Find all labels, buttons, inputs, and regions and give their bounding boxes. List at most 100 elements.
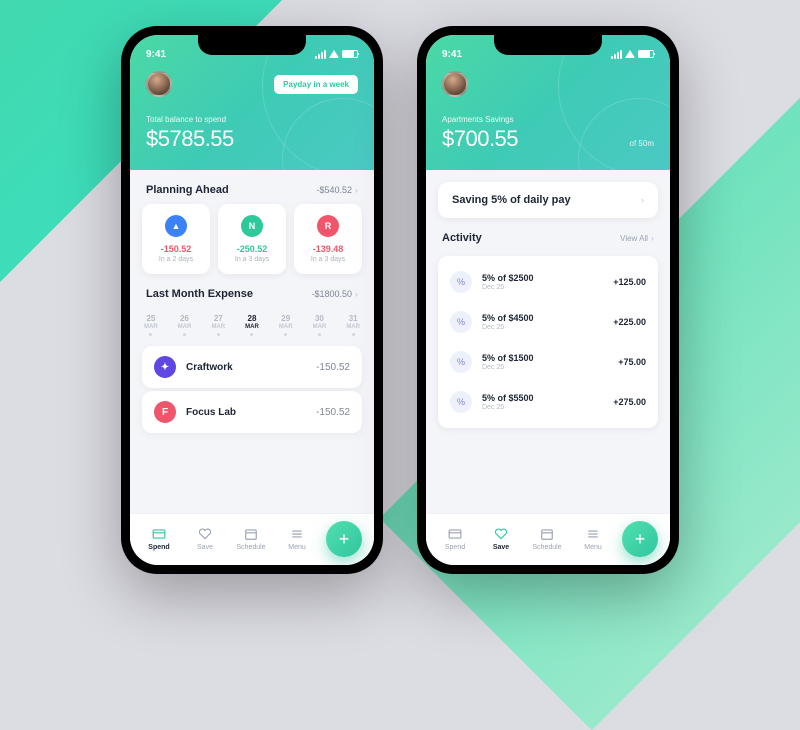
plan-app-icon: ▲ — [165, 215, 187, 237]
activity-value: +125.00 — [613, 277, 646, 287]
tab-schedule[interactable]: Schedule — [530, 527, 564, 551]
tab-bar: Spend Save Schedule Menu + — [130, 513, 374, 565]
avatar[interactable] — [442, 71, 468, 97]
calendar-icon — [243, 527, 259, 541]
merchant-name: Focus Lab — [186, 407, 316, 418]
activity-value: +225.00 — [613, 317, 646, 327]
chevron-right-icon: › — [355, 289, 358, 299]
planning-card[interactable]: ▲ -150.52 In a 2 days — [142, 204, 210, 274]
battery-icon — [638, 50, 654, 58]
activity-date: Dec 25 — [482, 324, 613, 331]
tab-save[interactable]: Save — [484, 527, 518, 551]
signal-icon — [315, 50, 326, 59]
percent-icon: % — [450, 391, 472, 413]
activity-value: +75.00 — [618, 357, 646, 367]
activity-title: Activity — [442, 232, 482, 244]
heart-icon — [493, 527, 509, 541]
menu-icon — [585, 527, 601, 541]
notch — [198, 35, 306, 55]
plan-value: -139.48 — [313, 244, 344, 254]
avatar[interactable] — [146, 71, 172, 97]
plan-value: -150.52 — [161, 244, 192, 254]
tab-menu[interactable]: Menu — [280, 527, 314, 551]
date-cell[interactable]: 25MAR — [144, 314, 158, 336]
expense-value: -150.52 — [316, 407, 350, 418]
merchant-name: Craftwork — [186, 362, 316, 373]
balance-of: of 50m — [630, 139, 654, 148]
phone-spend: 9:41 Payday in a week Total balance to s… — [121, 26, 383, 574]
tab-spend[interactable]: Spend — [142, 527, 176, 551]
lastmonth-total: -$1800.50 — [311, 289, 352, 299]
plan-due: In a 3 days — [235, 256, 269, 263]
activity-row[interactable]: % 5% of $2500Dec 25 +125.00 — [438, 262, 658, 302]
plan-app-icon: R — [317, 215, 339, 237]
merchant-icon: ✦ — [154, 356, 176, 378]
activity-value: +275.00 — [613, 397, 646, 407]
planning-card[interactable]: R -139.48 In a 3 days — [294, 204, 362, 274]
percent-icon: % — [450, 351, 472, 373]
view-all-link[interactable]: View All› — [620, 233, 654, 243]
balance-label: Apartments Savings — [442, 115, 654, 124]
plan-due: In a 3 days — [311, 256, 345, 263]
tab-save[interactable]: Save — [188, 527, 222, 551]
plan-app-icon: N — [241, 215, 263, 237]
balance-label: Total balance to spend — [146, 115, 358, 124]
chevron-right-icon: › — [355, 185, 358, 195]
balance-value: $5785.55 — [146, 126, 234, 152]
activity-row[interactable]: % 5% of $4500Dec 25 +225.00 — [438, 302, 658, 342]
date-strip[interactable]: 25MAR 26MAR 27MAR 28MAR 29MAR 30MAR 31MAR — [142, 314, 362, 336]
percent-icon: % — [450, 311, 472, 333]
activity-title-text: 5% of $1500 — [482, 353, 618, 363]
menu-icon — [289, 527, 305, 541]
add-button[interactable]: + — [622, 521, 658, 557]
card-icon — [151, 527, 167, 541]
wifi-icon — [625, 50, 635, 58]
activity-date: Dec 25 — [482, 404, 613, 411]
chevron-right-icon: › — [641, 195, 644, 205]
status-time: 9:41 — [146, 49, 166, 60]
activity-title-text: 5% of $5500 — [482, 393, 613, 403]
plan-value: -250.52 — [237, 244, 268, 254]
add-button[interactable]: + — [326, 521, 362, 557]
lastmonth-title: Last Month Expense — [146, 288, 253, 300]
phone-save: 9:41 Apartments Savings $700.55 of 50m — [417, 26, 679, 574]
balance-value: $700.55 — [442, 126, 518, 152]
activity-title-text: 5% of $4500 — [482, 313, 613, 323]
date-cell[interactable]: 27MAR — [211, 314, 225, 336]
wifi-icon — [329, 50, 339, 58]
battery-icon — [342, 50, 358, 58]
tab-spend[interactable]: Spend — [438, 527, 472, 551]
payday-pill[interactable]: Payday in a week — [274, 75, 358, 94]
notch — [494, 35, 602, 55]
tab-menu[interactable]: Menu — [576, 527, 610, 551]
date-cell[interactable]: 26MAR — [178, 314, 192, 336]
saving-rule[interactable]: Saving 5% of daily pay › — [438, 182, 658, 218]
expense-list: ✦ Craftwork -150.52F Focus Lab -150.52 — [142, 346, 362, 433]
chevron-right-icon: › — [651, 233, 654, 243]
tab-schedule[interactable]: Schedule — [234, 527, 268, 551]
date-cell[interactable]: 30MAR — [313, 314, 327, 336]
calendar-icon — [539, 527, 555, 541]
date-cell[interactable]: 31MAR — [346, 314, 360, 336]
planning-title: Planning Ahead — [146, 184, 229, 196]
activity-date: Dec 25 — [482, 364, 618, 371]
signal-icon — [611, 50, 622, 59]
card-icon — [447, 527, 463, 541]
planning-card[interactable]: N -250.52 In a 3 days — [218, 204, 286, 274]
plan-due: In a 2 days — [159, 256, 193, 263]
planning-cards: ▲ -150.52 In a 2 daysN -250.52 In a 3 da… — [142, 204, 362, 274]
tab-bar: Spend Save Schedule Menu + — [426, 513, 670, 565]
merchant-icon: F — [154, 401, 176, 423]
activity-row[interactable]: % 5% of $1500Dec 25 +75.00 — [438, 342, 658, 382]
date-cell[interactable]: 29MAR — [279, 314, 293, 336]
activity-date: Dec 25 — [482, 284, 613, 291]
expense-row[interactable]: ✦ Craftwork -150.52 — [142, 346, 362, 388]
activity-row[interactable]: % 5% of $5500Dec 25 +275.00 — [438, 382, 658, 422]
expense-value: -150.52 — [316, 362, 350, 373]
percent-icon: % — [450, 271, 472, 293]
activity-title-text: 5% of $2500 — [482, 273, 613, 283]
expense-row[interactable]: F Focus Lab -150.52 — [142, 391, 362, 433]
heart-icon — [197, 527, 213, 541]
status-time: 9:41 — [442, 49, 462, 60]
date-cell[interactable]: 28MAR — [245, 314, 259, 336]
